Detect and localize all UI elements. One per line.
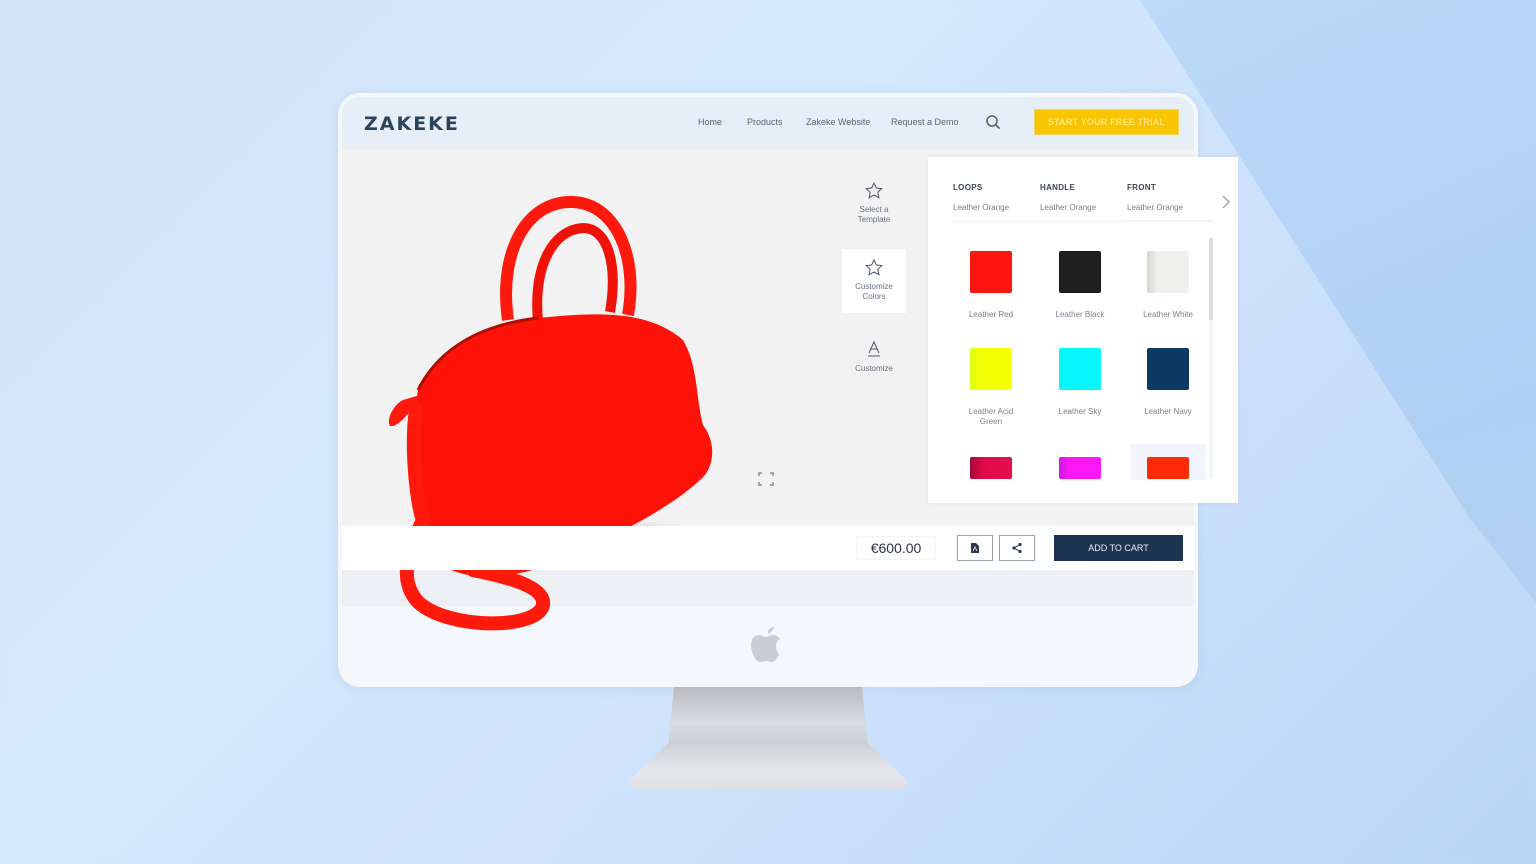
- swatch-partial-crimson[interactable]: [970, 457, 1012, 479]
- component-tab-handle[interactable]: HANDLE Leather Orange: [1040, 183, 1096, 212]
- selected-component-underline: [1126, 220, 1212, 222]
- swatch-leather-white[interactable]: Leather White: [1130, 251, 1206, 320]
- chevron-right-icon[interactable]: [1221, 195, 1231, 209]
- nav-request-demo[interactable]: Request a Demo: [891, 117, 959, 127]
- color-options-panel: LOOPS Leather Orange HANDLE Leather Oran…: [928, 157, 1238, 503]
- apple-logo-icon: [751, 627, 780, 662]
- swatch-leather-red[interactable]: Leather Red: [953, 251, 1029, 320]
- nav-zakeke-website[interactable]: Zakeke Website: [806, 117, 870, 127]
- component-tab-front[interactable]: FRONT Leather Orange: [1127, 183, 1183, 212]
- swatch-color: [970, 348, 1012, 390]
- scrollbar-thumb[interactable]: [1209, 238, 1213, 320]
- purchase-bar: €600.00 ADD TO CART: [342, 526, 1194, 570]
- monitor-stand-neck: [668, 687, 868, 747]
- tool-label: Select a Template: [857, 205, 891, 224]
- share-icon: [1012, 542, 1022, 554]
- swatch-color: [1059, 348, 1101, 390]
- add-to-cart-button[interactable]: ADD TO CART: [1054, 535, 1183, 561]
- pdf-icon: [971, 543, 979, 553]
- panel-scrollbar[interactable]: [1209, 238, 1213, 478]
- nav-home[interactable]: Home: [698, 117, 722, 127]
- swatch-color: [970, 251, 1012, 293]
- fullscreen-icon[interactable]: [758, 472, 774, 486]
- swatch-color: [1147, 348, 1189, 390]
- monitor-stand-base: [628, 744, 908, 790]
- star-icon: [865, 182, 883, 199]
- pdf-download-button[interactable]: [957, 535, 993, 561]
- text-a-icon: [868, 340, 880, 357]
- zakeke-logo[interactable]: ZAKEKE: [364, 113, 460, 135]
- swatch-leather-sky[interactable]: Leather Sky: [1042, 348, 1118, 417]
- site-header: ZAKEKE Home Products Zakeke Website Requ…: [342, 97, 1194, 149]
- tool-label: Customize: [855, 364, 893, 373]
- product-price: €600.00: [856, 536, 936, 560]
- share-button[interactable]: [999, 535, 1035, 561]
- swatch-leather-black[interactable]: Leather Black: [1042, 251, 1118, 320]
- tool-select-template[interactable]: Select a Template: [842, 182, 906, 234]
- tool-customize[interactable]: Customize: [842, 340, 906, 382]
- component-tab-loops[interactable]: LOOPS Leather Orange: [953, 183, 1009, 212]
- swatch-partial-orange[interactable]: [1147, 457, 1189, 479]
- start-free-trial-button[interactable]: START YOUR FREE TRIAL: [1034, 109, 1179, 135]
- search-icon[interactable]: [985, 114, 1001, 130]
- star-icon: [865, 259, 883, 276]
- nav-products[interactable]: Products: [747, 117, 783, 127]
- swatch-partial-magenta[interactable]: [1059, 457, 1101, 479]
- tool-label: Customize Colors: [855, 282, 893, 301]
- swatch-color: [1059, 251, 1101, 293]
- swatch-color: [1147, 251, 1189, 293]
- swatch-leather-navy[interactable]: Leather Navy: [1130, 348, 1206, 417]
- swatch-leather-acid-green[interactable]: Leather Acid Green: [953, 348, 1029, 427]
- tool-customize-colors[interactable]: Customize Colors: [842, 249, 906, 313]
